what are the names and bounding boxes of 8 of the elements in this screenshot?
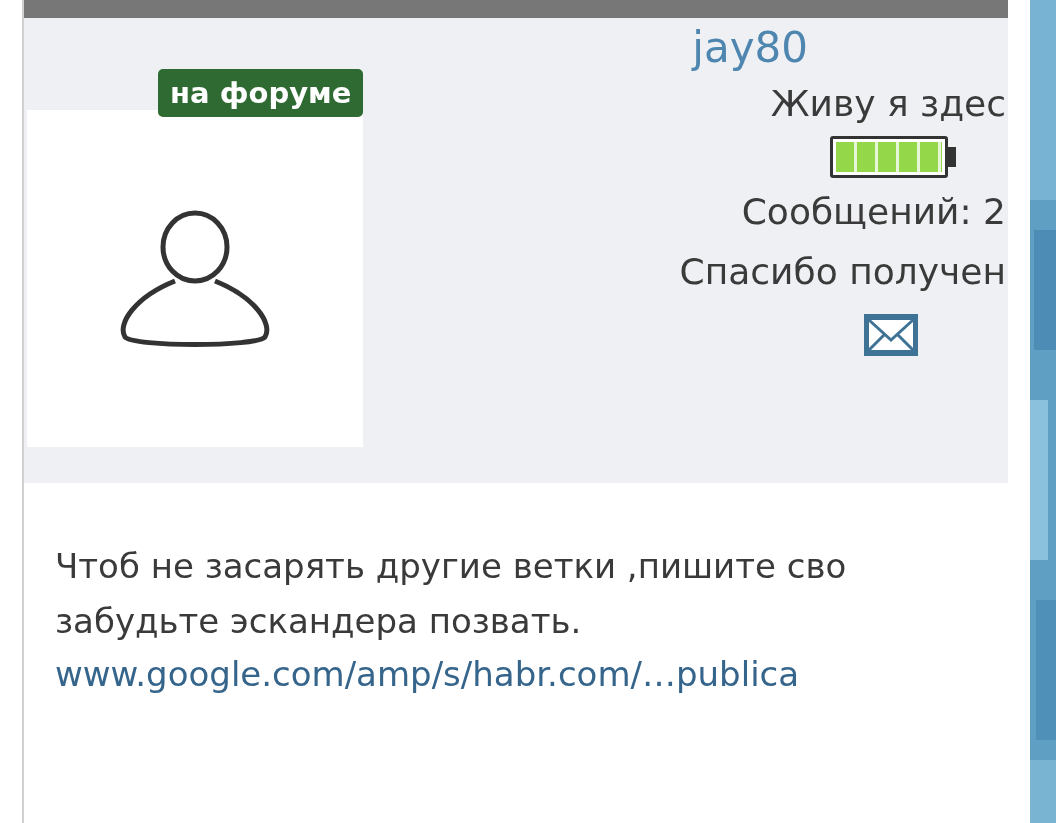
envelope-icon[interactable] bbox=[864, 314, 918, 356]
online-badge: на форуме bbox=[158, 69, 364, 117]
location-text: Живу я здес bbox=[770, 82, 1006, 126]
post-link[interactable]: www.google.com/amp/s/habr.com/…publica bbox=[55, 649, 1008, 699]
post-text: Чтоб не засарять другие ветки ,пишите сво забудьте эскандера позвать. bbox=[55, 545, 848, 643]
thanks-count: Спасибо получен bbox=[679, 250, 1006, 294]
posts-count: Сообщений: 2 bbox=[741, 190, 1006, 234]
username-link[interactable]: jay80 bbox=[692, 22, 808, 74]
